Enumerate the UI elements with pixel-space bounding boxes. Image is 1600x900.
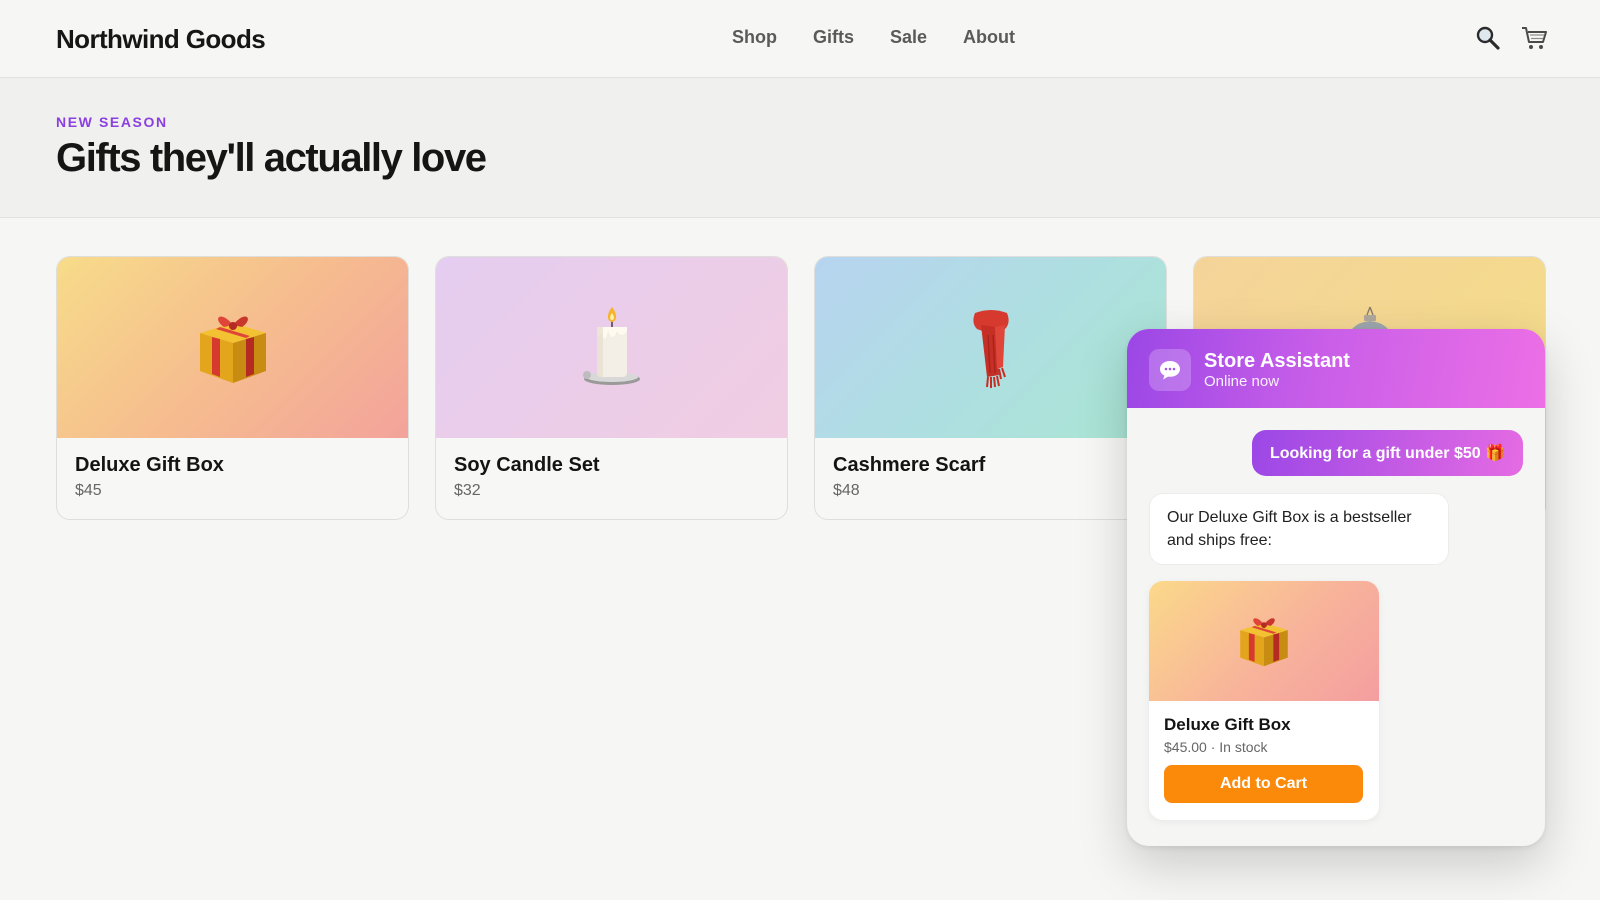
- gift-icon: [199, 315, 266, 383]
- chat-header: Store Assistant Online now: [1127, 329, 1545, 408]
- cart-icon[interactable]: [1520, 24, 1548, 52]
- header-actions: [1474, 24, 1548, 52]
- product-image: [815, 257, 1166, 438]
- user-message: Looking for a gift under $50 🎁: [1251, 430, 1523, 476]
- product-card[interactable]: Soy Candle Set $32: [435, 256, 788, 520]
- product-card[interactable]: Deluxe Gift Box $45: [56, 256, 409, 520]
- product-name: Deluxe Gift Box: [75, 454, 224, 476]
- nav-gifts[interactable]: Gifts: [813, 27, 854, 48]
- chat-product-card[interactable]: Deluxe Gift Box $45.00 · In stock Add to…: [1149, 581, 1379, 820]
- product-name: Soy Candle Set: [454, 454, 600, 476]
- hero-title: Gifts they'll actually love: [56, 136, 487, 180]
- add-to-cart-button[interactable]: Add to Cart: [1164, 765, 1363, 803]
- hero-eyebrow: NEW SEASON: [56, 114, 168, 130]
- hero-banner: NEW SEASON Gifts they'll actually love: [0, 78, 1600, 218]
- nav-shop[interactable]: Shop: [732, 27, 777, 48]
- chat-bubble-icon: [1149, 349, 1191, 391]
- chat-product-name: Deluxe Gift Box: [1164, 715, 1291, 734]
- candle-icon: [582, 306, 640, 385]
- product-image: [57, 257, 408, 438]
- product-image: [1149, 581, 1379, 701]
- brand-logo[interactable]: Northwind Goods: [56, 24, 266, 55]
- site-header: Northwind Goods Shop Gifts Sale About: [0, 0, 1600, 78]
- main-nav: Shop Gifts Sale About: [732, 27, 1015, 48]
- nav-about[interactable]: About: [963, 27, 1015, 48]
- chat-status: Online now: [1204, 373, 1280, 390]
- nav-sale[interactable]: Sale: [890, 27, 927, 48]
- chat-product-meta: $45.00 · In stock: [1164, 739, 1268, 755]
- product-name: Cashmere Scarf: [833, 454, 986, 476]
- gift-icon: [1240, 618, 1288, 667]
- chat-title: Store Assistant: [1204, 350, 1350, 372]
- scarf-icon: [972, 309, 1009, 388]
- product-price: $48: [833, 482, 860, 499]
- chat-widget: Store Assistant Online now Looking for a…: [1127, 329, 1545, 846]
- product-image: [436, 257, 787, 438]
- product-card[interactable]: Cashmere Scarf $48: [814, 256, 1167, 520]
- product-price: $32: [454, 482, 481, 499]
- bot-message: Our Deluxe Gift Box is a bestseller and …: [1149, 493, 1449, 565]
- search-icon[interactable]: [1474, 24, 1502, 52]
- product-price: $45: [75, 482, 102, 499]
